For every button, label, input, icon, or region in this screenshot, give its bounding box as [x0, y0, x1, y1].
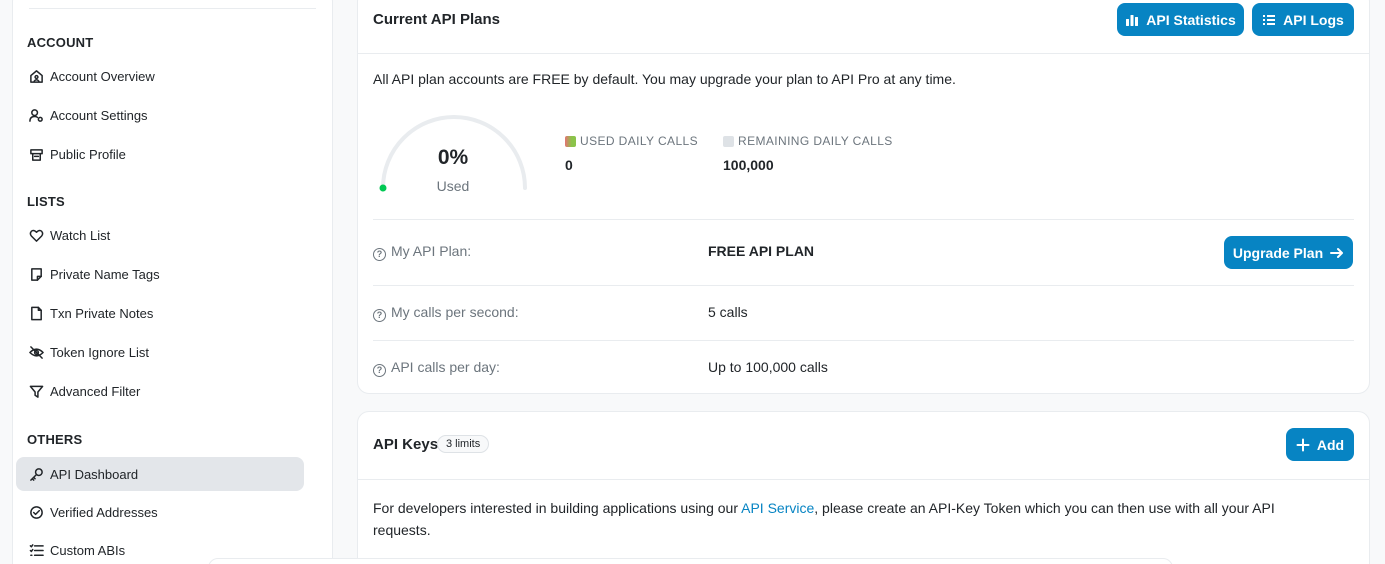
sidebar-item-label: Token Ignore List [50, 344, 150, 360]
note-icon [27, 265, 45, 283]
sidebar-item-account-overview[interactable]: Account Overview [16, 59, 304, 93]
sidebar-item-api-dashboard[interactable]: API Dashboard [16, 457, 304, 491]
calls-per-second-label: ? My calls per second: [373, 304, 519, 322]
gauge-fill [379, 184, 387, 192]
row-divider [373, 285, 1354, 286]
api-plan-label-text: My API Plan: [391, 243, 472, 259]
sidebar-item-label: Txn Private Notes [50, 305, 154, 321]
sidebar-item-label: Private Name Tags [50, 266, 160, 282]
user-gear-icon [27, 106, 45, 124]
sidebar-item-label: Public Profile [50, 146, 126, 162]
api-statistics-label: API Statistics [1146, 11, 1236, 28]
sidebar-item-watch-list[interactable]: Watch List [16, 218, 304, 252]
sidebar-item-label: API Dashboard [50, 466, 139, 482]
api-keys-card [357, 411, 1370, 564]
api-plan-value: FREE API PLAN [708, 243, 815, 259]
eye-slash-icon [27, 343, 45, 361]
upgrade-plan-button[interactable]: Upgrade Plan [1224, 236, 1353, 269]
remaining-daily-calls-text: REMAINING DAILY CALLS [738, 134, 893, 148]
bar-chart-icon [1126, 14, 1139, 26]
question-circle-icon: ? [373, 363, 386, 377]
remaining-swatch-icon [723, 135, 734, 147]
api-logs-button[interactable]: API Logs [1252, 3, 1354, 36]
sidebar-item-verified-addresses[interactable]: Verified Addresses [16, 495, 304, 529]
question-circle-icon: ? [373, 308, 386, 322]
api-plan-label: ? My API Plan: [373, 243, 471, 261]
section-title-lists: LISTS [27, 194, 65, 209]
api-keys-title: API Keys [373, 436, 439, 453]
sidebar-item-label: Account Overview [50, 68, 155, 84]
add-label: Add [1316, 436, 1345, 453]
sidebar-item-label: Advanced Filter [50, 383, 141, 399]
calls-per-second-value: 5 calls [708, 304, 748, 320]
row-divider [373, 340, 1354, 341]
profile-card-icon [27, 145, 45, 163]
key-icon [27, 465, 45, 483]
plus-icon [1296, 438, 1310, 451]
sidebar-item-label: Verified Addresses [50, 504, 158, 520]
used-daily-calls-label: USED DAILY CALLS [565, 134, 698, 148]
file-icon [27, 304, 45, 322]
gauge-used-label: Used [436, 178, 470, 194]
heart-icon [27, 226, 45, 244]
upgrade-plan-label: Upgrade Plan [1232, 244, 1324, 261]
question-circle-icon: ? [373, 247, 386, 261]
add-api-key-button[interactable]: Add [1286, 428, 1354, 461]
home-user-icon [27, 67, 45, 85]
sidebar-divider [29, 8, 316, 9]
api-service-link[interactable]: API Service [741, 500, 814, 516]
sidebar-item-label: Custom ABIs [50, 542, 126, 558]
sidebar-item-private-name-tags[interactable]: Private Name Tags [16, 257, 304, 291]
card-header-divider [358, 479, 1369, 480]
remaining-daily-calls-label: REMAINING DAILY CALLS [723, 134, 893, 148]
section-title-others: OTHERS [27, 432, 83, 447]
calls-per-second-label-text: My calls per second: [391, 304, 519, 320]
used-daily-calls-value: 0 [565, 157, 573, 173]
api-statistics-button[interactable]: API Statistics [1117, 3, 1244, 36]
gauge-percent: 0% [437, 146, 469, 169]
api-plans-title: Current API Plans [373, 11, 500, 28]
api-keys-description: For developers interested in building ap… [373, 497, 1333, 541]
bottom-panel-edge [208, 558, 1173, 564]
calls-per-day-value: Up to 100,000 calls [708, 359, 828, 375]
sidebar-item-advanced-filter[interactable]: Advanced Filter [16, 374, 304, 408]
plans-description: All API plan accounts are FREE by defaul… [373, 71, 956, 87]
sidebar-item-label: Account Settings [50, 107, 148, 123]
arrow-right-icon [1330, 247, 1344, 258]
sidebar-item-label: Watch List [50, 227, 111, 243]
list-icon [27, 541, 45, 559]
used-daily-calls-text: USED DAILY CALLS [580, 134, 699, 148]
filter-icon [27, 382, 45, 400]
list-icon [1263, 14, 1276, 25]
sidebar-item-token-ignore-list[interactable]: Token Ignore List [16, 335, 304, 369]
api-logs-label: API Logs [1283, 11, 1344, 28]
row-divider [373, 219, 1354, 220]
calls-per-day-label: ? API calls per day: [373, 359, 500, 377]
check-circle-icon [27, 503, 45, 521]
calls-per-day-label-text: API calls per day: [391, 359, 500, 375]
description-prefix: For developers interested in building ap… [373, 500, 742, 516]
remaining-daily-calls-value: 100,000 [723, 157, 774, 173]
card-header-divider [358, 53, 1369, 54]
sidebar-item-public-profile[interactable]: Public Profile [16, 137, 304, 171]
used-swatch-icon [565, 135, 576, 147]
section-title-account: ACCOUNT [27, 35, 94, 50]
limits-badge: 3 limits [437, 435, 490, 453]
sidebar-item-txn-private-notes[interactable]: Txn Private Notes [16, 296, 304, 330]
sidebar-item-account-settings[interactable]: Account Settings [16, 98, 304, 132]
